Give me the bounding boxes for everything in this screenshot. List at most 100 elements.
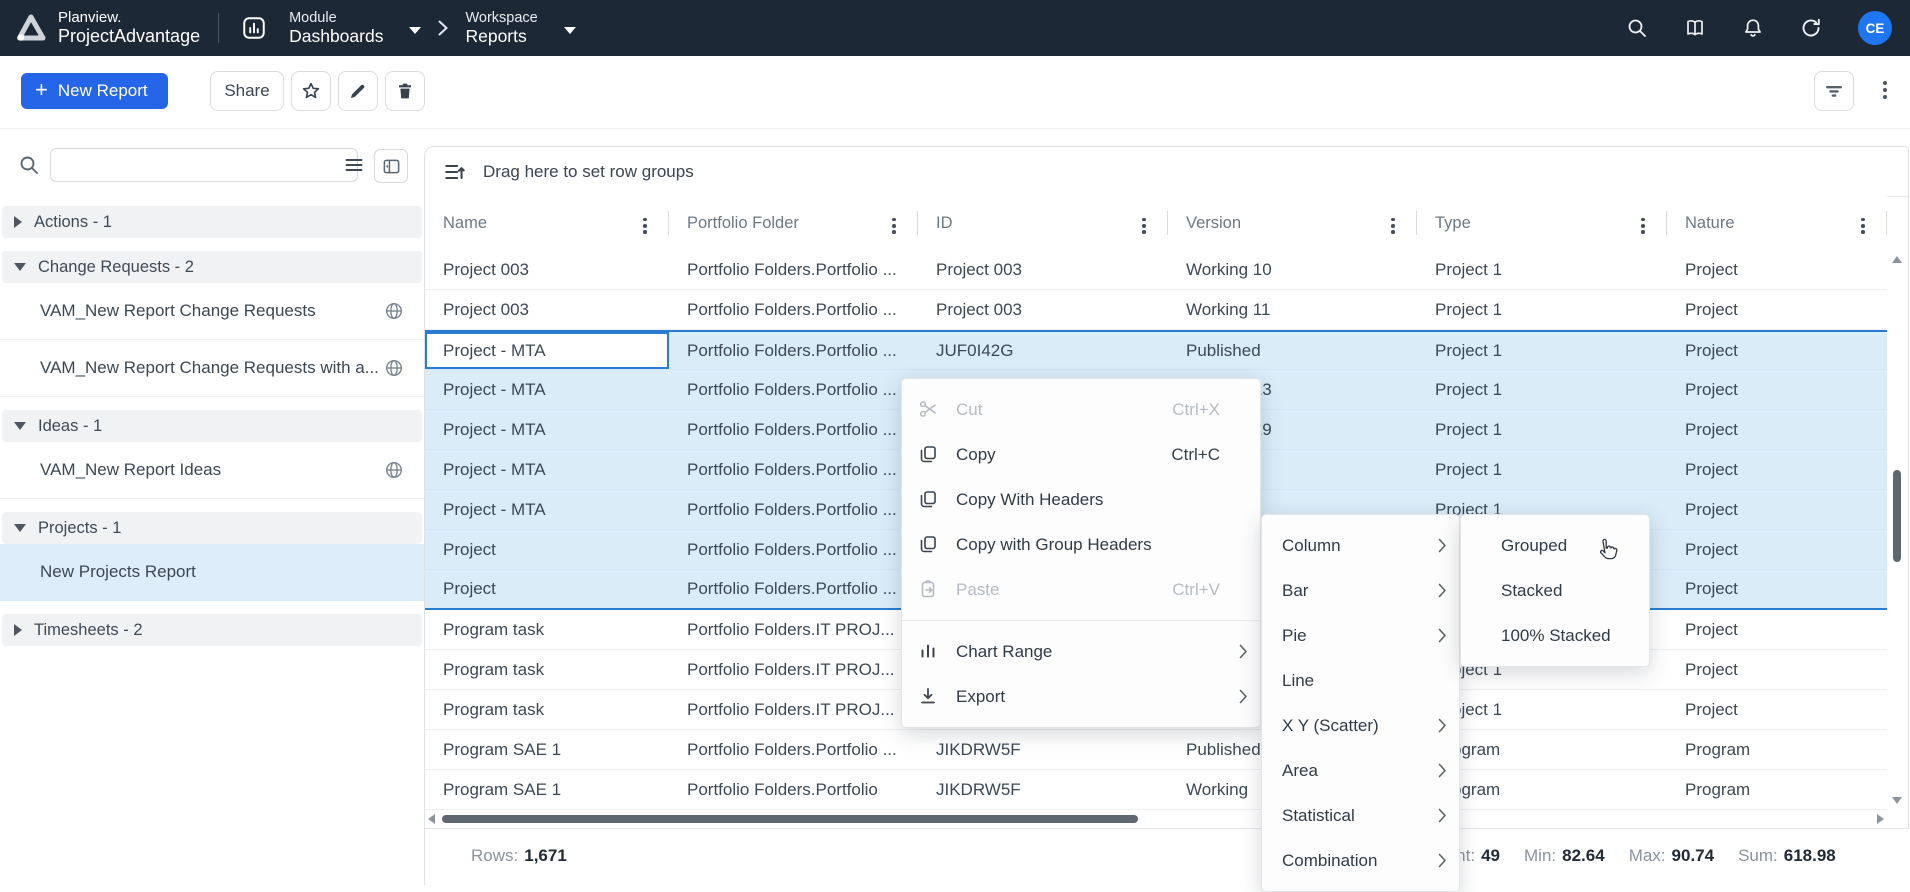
collapse-triangle-icon[interactable]: [14, 422, 26, 430]
column-header-name[interactable]: Name: [425, 196, 669, 250]
table-row[interactable]: Project 003Portfolio Folders.Portfolio .…: [425, 250, 1887, 290]
module-switcher[interactable]: Module Dashboards: [241, 10, 421, 47]
table-cell[interactable]: Project - MTA: [425, 450, 669, 489]
table-cell[interactable]: Program SAE 1: [425, 730, 669, 769]
workspace-switcher[interactable]: Workspace Reports: [465, 10, 575, 47]
sidebar-list-options-icon[interactable]: [344, 155, 364, 175]
table-cell[interactable]: Program task: [425, 690, 669, 729]
table-cell[interactable]: Project - MTA: [425, 490, 669, 529]
table-row[interactable]: Project 003Portfolio Folders.Portfolio .…: [425, 290, 1887, 330]
table-cell[interactable]: Project - MTA: [425, 370, 669, 409]
table-cell[interactable]: Project: [1667, 370, 1887, 409]
table-cell[interactable]: Portfolio Folders.IT PROJ...: [669, 610, 918, 649]
column-menu-icon[interactable]: [1641, 215, 1645, 237]
table-cell[interactable]: Portfolio Folders.Portfolio ...: [669, 290, 918, 329]
table-cell[interactable]: JIKDRW5F: [918, 730, 1168, 769]
table-cell[interactable]: Project: [1667, 690, 1887, 729]
table-cell[interactable]: Project 003: [918, 250, 1168, 289]
table-row[interactable]: Project - MTAPortfolio Folders.Portfolio…: [425, 330, 1887, 370]
expand-triangle-icon[interactable]: [14, 216, 22, 228]
column-menu-icon[interactable]: [1391, 215, 1395, 237]
menu-item-copy[interactable]: CopyCtrl+C: [902, 432, 1260, 477]
column-menu-icon[interactable]: [1142, 215, 1146, 237]
table-cell[interactable]: Portfolio Folders.Portfolio: [669, 770, 918, 809]
table-cell[interactable]: Portfolio Folders.Portfolio ...: [669, 530, 918, 569]
table-cell[interactable]: Working 11: [1168, 290, 1417, 329]
table-cell[interactable]: Program SAE 1: [425, 770, 669, 809]
table-cell[interactable]: Project: [1667, 290, 1887, 329]
share-button[interactable]: Share: [210, 71, 284, 111]
table-cell[interactable]: Program task: [425, 650, 669, 689]
table-cell[interactable]: Project 1: [1417, 290, 1667, 329]
menu-item-grouped[interactable]: Grouped: [1461, 523, 1649, 568]
module-chevron-down-icon[interactable]: [409, 27, 421, 34]
table-cell[interactable]: Working 10: [1168, 250, 1417, 289]
table-cell[interactable]: Portfolio Folders.Portfolio ...: [669, 250, 918, 289]
report-list-item[interactable]: VAM_New Report Ideas: [0, 442, 424, 499]
menu-item-copy-with-group-headers[interactable]: Copy with Group Headers: [902, 522, 1260, 567]
menu-item-pie[interactable]: Pie: [1262, 613, 1459, 658]
table-cell[interactable]: Project: [1667, 410, 1887, 449]
notifications-bell-icon[interactable]: [1742, 17, 1764, 39]
documentation-book-icon[interactable]: [1684, 17, 1706, 39]
filter-button[interactable]: [1814, 71, 1854, 111]
collapse-sidebar-button[interactable]: [374, 149, 408, 183]
menu-item-area[interactable]: Area: [1262, 748, 1459, 793]
vertical-scrollbar[interactable]: [1890, 254, 1904, 806]
table-cell[interactable]: Portfolio Folders.Portfolio ...: [669, 570, 918, 608]
menu-item-column[interactable]: Column: [1262, 523, 1459, 568]
scroll-right-icon[interactable]: [1877, 814, 1884, 824]
table-cell[interactable]: Project - MTA: [425, 410, 669, 449]
table-cell[interactable]: Project 1: [1417, 250, 1667, 289]
scroll-up-icon[interactable]: [1892, 256, 1902, 263]
table-cell[interactable]: JUF0I42G: [918, 332, 1168, 369]
expand-triangle-icon[interactable]: [14, 624, 22, 636]
menu-item-100-stacked[interactable]: 100% Stacked: [1461, 613, 1649, 658]
table-cell[interactable]: Project: [1667, 450, 1887, 489]
table-cell[interactable]: Published: [1168, 332, 1417, 369]
table-cell[interactable]: Project 003: [425, 290, 669, 329]
column-header-version[interactable]: Version: [1168, 196, 1417, 250]
table-cell[interactable]: Project: [1667, 490, 1887, 529]
table-row[interactable]: Program SAE 1Portfolio Folders.Portfolio…: [425, 730, 1887, 770]
edit-button[interactable]: [338, 71, 378, 111]
column-header-id[interactable]: ID: [918, 196, 1168, 250]
menu-item-combination[interactable]: Combination: [1262, 838, 1459, 883]
table-cell[interactable]: Portfolio Folders.Portfolio ...: [669, 332, 918, 369]
table-cell[interactable]: Program task: [425, 610, 669, 649]
menu-item-copy-with-headers[interactable]: Copy With Headers: [902, 477, 1260, 522]
refresh-icon[interactable]: [1800, 17, 1822, 39]
table-cell[interactable]: Program: [1667, 770, 1887, 809]
favorite-button[interactable]: [291, 71, 331, 111]
table-cell[interactable]: Portfolio Folders.Portfolio ...: [669, 730, 918, 769]
table-cell[interactable]: Portfolio Folders.Portfolio ...: [669, 450, 918, 489]
row-group-drop-zone[interactable]: Drag here to set row groups: [425, 147, 1908, 197]
table-cell[interactable]: Project: [425, 530, 669, 569]
scroll-down-icon[interactable]: [1892, 797, 1902, 804]
table-cell[interactable]: Project - MTA: [425, 332, 669, 369]
delete-button[interactable]: [385, 71, 425, 111]
column-header-nature[interactable]: Nature: [1667, 196, 1887, 250]
menu-item-x-y-scatter-[interactable]: X Y (Scatter): [1262, 703, 1459, 748]
workspace-chevron-down-icon[interactable]: [564, 27, 576, 34]
horizontal-scrollbar[interactable]: [428, 812, 1884, 826]
sidebar-group-actions-1[interactable]: Actions - 1: [2, 206, 422, 238]
table-cell[interactable]: Project: [1667, 250, 1887, 289]
table-cell[interactable]: Project 003: [425, 250, 669, 289]
table-cell[interactable]: Portfolio Folders.Portfolio ...: [669, 490, 918, 529]
column-resize-handle[interactable]: [1886, 211, 1887, 235]
table-cell[interactable]: Project: [1667, 610, 1887, 649]
table-cell[interactable]: Project: [1667, 332, 1887, 369]
table-cell[interactable]: Program: [1667, 730, 1887, 769]
table-row[interactable]: Program SAE 1Portfolio Folders.Portfolio…: [425, 770, 1887, 810]
column-menu-icon[interactable]: [892, 215, 896, 237]
collapse-triangle-icon[interactable]: [14, 263, 26, 271]
table-cell[interactable]: JIKDRW5F: [918, 770, 1168, 809]
report-list-item[interactable]: VAM_New Report Change Requests with a...: [0, 340, 424, 397]
scroll-left-icon[interactable]: [428, 814, 435, 824]
search-icon[interactable]: [1626, 17, 1648, 39]
table-cell[interactable]: Project 1: [1417, 332, 1667, 369]
collapse-triangle-icon[interactable]: [14, 524, 26, 532]
table-cell[interactable]: Project: [1667, 530, 1887, 569]
menu-item-bar[interactable]: Bar: [1262, 568, 1459, 613]
